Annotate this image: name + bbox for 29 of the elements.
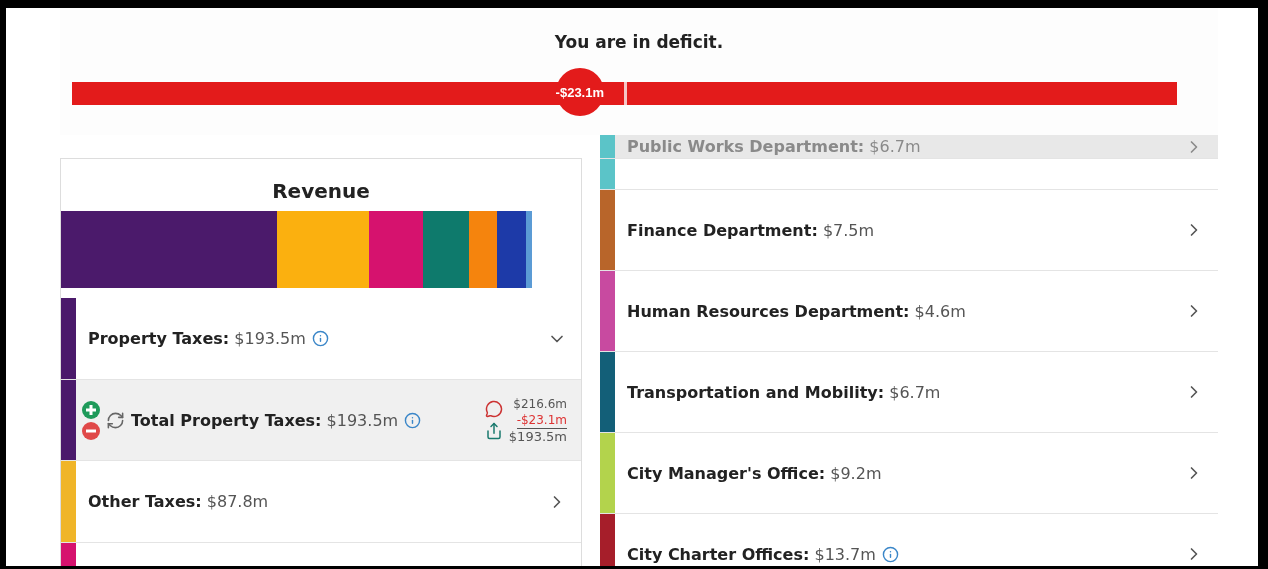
revenue-row[interactable]: Property Taxes: $193.5m (61, 298, 581, 380)
share-icon[interactable] (484, 422, 503, 440)
expense-row[interactable]: Finance Department: $7.5m (600, 190, 1218, 271)
item-label: Finance Department: $7.5m (627, 220, 875, 240)
deficit-marker: -$23.1m (555, 68, 604, 116)
item-label: Public Works Department: $6.7m (627, 137, 921, 156)
revenue-title: Revenue (271, 178, 371, 205)
expense-row[interactable]: Transportation and Mobility: $6.7m (600, 352, 1218, 433)
change-amount: -$23.1m (516, 411, 567, 429)
item-label: Transportation and Mobility: $6.7m (627, 382, 941, 402)
item-label: City Charter Offices: $13.7m (627, 544, 876, 564)
item-label: Human Resources Department: $4.6m (627, 301, 966, 321)
revenue-row[interactable]: Other Taxes: $87.8m (61, 461, 581, 543)
result-amount: $193.5m (508, 428, 567, 445)
item-label: City Manager's Office: $9.2m (627, 463, 882, 483)
original-amount: $216.6m (513, 395, 567, 412)
item-label: Other Taxes: $87.8m (88, 492, 269, 511)
info-icon[interactable] (404, 411, 422, 429)
info-icon[interactable] (881, 545, 899, 563)
plus-icon[interactable] (82, 400, 100, 419)
refresh-icon[interactable] (106, 410, 125, 430)
item-label: Total Property Taxes: $193.5m (131, 410, 399, 430)
item-label: Property Taxes: $193.5m (88, 329, 306, 348)
expense-row[interactable]: Human Resources Department: $4.6m (600, 271, 1218, 352)
info-icon[interactable] (311, 330, 329, 347)
expense-row[interactable]: City Manager's Office: $9.2m (600, 433, 1218, 514)
comment-icon[interactable] (484, 400, 503, 418)
minus-icon[interactable] (82, 421, 100, 440)
deficit-title: You are in deficit. (554, 32, 724, 52)
